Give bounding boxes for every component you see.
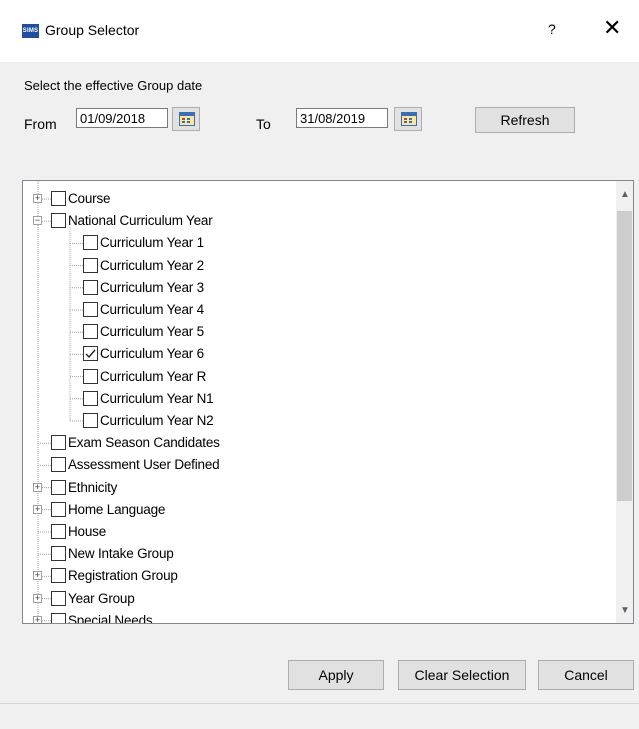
tree-group-node[interactable]: + Special Needs	[33, 610, 433, 624]
tree-checkbox[interactable]	[51, 568, 66, 584]
tree-node-label: Curriculum Year N2	[100, 413, 214, 428]
close-icon[interactable]: ✕	[603, 17, 621, 39]
tree-checkbox[interactable]	[83, 235, 98, 251]
tree-checkbox[interactable]	[51, 213, 66, 229]
tree-checkbox[interactable]	[51, 612, 66, 623]
group-tree[interactable]: + Course − National Curriculum Year Curricul…	[22, 180, 634, 624]
tree-node-label: Exam Season Candidates	[68, 435, 220, 451]
tree-checkbox[interactable]	[51, 524, 66, 539]
tree-node-label: National Curriculum Year	[68, 213, 213, 229]
expand-icon[interactable]: +	[33, 593, 42, 603]
tree-child-node[interactable]: Curriculum Year N1	[65, 388, 465, 410]
expand-icon[interactable]: +	[33, 615, 42, 623]
tree-group-node[interactable]: New Intake Group	[33, 543, 433, 565]
scroll-thumb[interactable]	[617, 211, 632, 501]
tree-checkbox[interactable]	[83, 279, 98, 295]
tree-node-label: Curriculum Year 5	[100, 324, 204, 340]
window-title: Group Selector	[45, 22, 140, 38]
tree-child-node[interactable]: Curriculum Year R	[65, 366, 465, 388]
tree-checkbox[interactable]	[83, 257, 98, 273]
tree-checkbox[interactable]	[83, 368, 98, 384]
tree-group-node[interactable]: Assessment User Defined	[33, 454, 433, 476]
tree-node-label: Registration Group	[68, 568, 178, 584]
tree-node-label: Special Needs	[68, 612, 153, 624]
collapse-icon[interactable]: −	[33, 216, 42, 226]
tree-child-node[interactable]: Curriculum Year 2	[65, 255, 465, 277]
tree-checkbox[interactable]	[83, 302, 98, 317]
tree-checkbox[interactable]	[83, 413, 98, 428]
tree-checkbox[interactable]	[51, 479, 66, 495]
calendar-icon	[401, 112, 417, 126]
tree-node-label: Ethnicity	[68, 479, 118, 495]
tree-node-label: Home Language	[68, 501, 166, 517]
tree-node-label: House	[68, 524, 107, 539]
checkmark-icon	[85, 349, 96, 359]
scroll-down-icon[interactable]: ▼	[620, 605, 630, 616]
expand-icon[interactable]: +	[33, 571, 42, 581]
tree-node-label: Curriculum Year 4	[100, 302, 204, 317]
expand-icon[interactable]: +	[33, 482, 42, 492]
tree-checkbox[interactable]	[51, 590, 66, 606]
tree-group-node[interactable]: + Year Group	[33, 588, 433, 610]
to-label: To	[256, 116, 271, 132]
to-date-input[interactable]	[296, 108, 388, 128]
from-date-input[interactable]	[76, 108, 168, 128]
help-icon[interactable]: ?	[548, 21, 556, 37]
tree-checkbox[interactable]	[51, 457, 66, 473]
refresh-button[interactable]: Refresh	[475, 107, 575, 133]
date-caption: Select the effective Group date	[24, 78, 203, 93]
tree-node-label: Course	[68, 191, 111, 206]
tree-checkbox[interactable]	[51, 546, 66, 562]
tree-checkbox[interactable]	[51, 501, 66, 517]
tree-checkbox[interactable]	[83, 390, 98, 406]
tree-node-label: New Intake Group	[68, 546, 174, 562]
from-label: From	[24, 116, 57, 132]
tree-node-label: Curriculum Year 3	[100, 279, 204, 295]
tree-node-label: Year Group	[68, 590, 135, 606]
calendar-icon	[179, 112, 195, 126]
tree-node-label: Curriculum Year 1	[100, 235, 204, 251]
tree-child-node[interactable]: Curriculum Year 4	[65, 299, 465, 321]
tree-child-node[interactable]: Curriculum Year 5	[65, 321, 465, 343]
tree-checkbox[interactable]	[83, 346, 98, 362]
tree-child-node[interactable]: Curriculum Year 3	[65, 277, 465, 299]
tree-group-node[interactable]: House	[33, 521, 433, 543]
tree-checkbox[interactable]	[83, 324, 98, 340]
expand-icon[interactable]: +	[33, 194, 42, 203]
apply-button[interactable]: Apply	[288, 660, 384, 690]
tree-node-label: Curriculum Year 2	[100, 257, 204, 273]
cancel-button[interactable]: Cancel	[538, 660, 634, 690]
tree-node-label: Assessment User Defined	[68, 457, 220, 473]
title-bar: SIMS Group Selector ? ✕	[0, 0, 639, 62]
tree-group-node[interactable]: + Home Language	[33, 499, 433, 521]
clear-selection-button[interactable]: Clear Selection	[398, 660, 526, 690]
tree-node-label: Curriculum Year N1	[100, 390, 214, 406]
tree-child-node[interactable]: Curriculum Year 1	[65, 232, 465, 254]
tree-node-label: Curriculum Year R	[100, 368, 207, 384]
tree-child-node[interactable]: Curriculum Year N2	[65, 410, 465, 432]
to-calendar-button[interactable]	[394, 107, 422, 131]
vertical-scrollbar[interactable]: ▲ ▼	[616, 181, 633, 623]
tree-checkbox[interactable]	[51, 435, 66, 451]
tree-group-node[interactable]: + Course	[33, 188, 433, 210]
tree-group-node[interactable]: Exam Season Candidates	[33, 432, 433, 454]
scroll-up-icon[interactable]: ▲	[620, 189, 630, 200]
status-bar	[0, 703, 639, 704]
tree-group-node[interactable]: + Ethnicity	[33, 477, 433, 499]
tree-group-node[interactable]: + Registration Group	[33, 565, 433, 587]
tree-group-node[interactable]: − National Curriculum Year	[33, 210, 433, 232]
tree-child-node[interactable]: Curriculum Year 6	[65, 343, 465, 365]
sims-logo-icon: SIMS	[22, 24, 39, 38]
expand-icon[interactable]: +	[33, 504, 42, 514]
tree-node-label: Curriculum Year 6	[100, 346, 204, 362]
tree-checkbox[interactable]	[51, 191, 66, 206]
from-calendar-button[interactable]	[172, 107, 200, 131]
